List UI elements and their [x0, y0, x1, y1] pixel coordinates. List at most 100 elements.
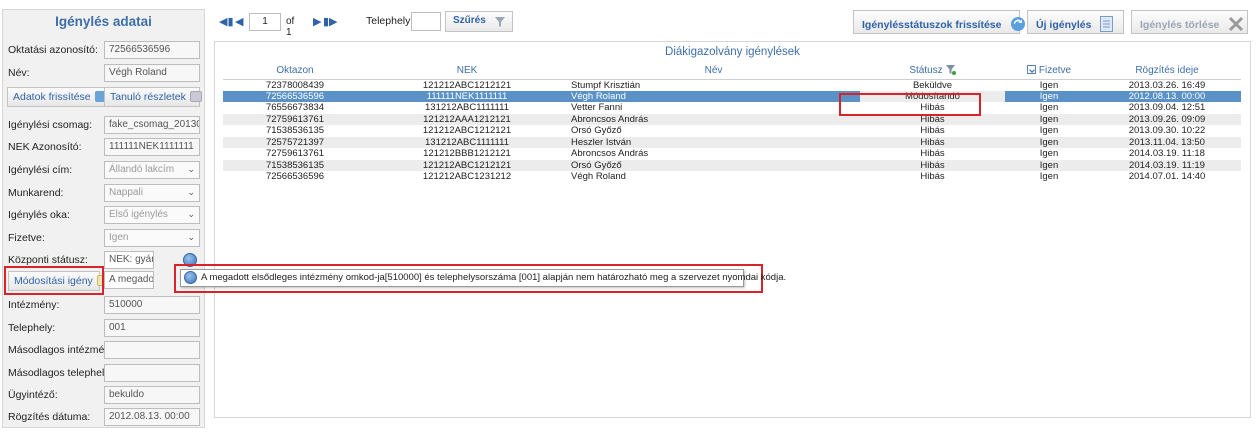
tanulo-reszletek-button[interactable]: Tanuló részletek	[104, 87, 202, 107]
cell-rogzites: 2014.07.01. 14:40	[1128, 171, 1206, 183]
szures-label: Szűrés	[453, 15, 486, 26]
fizetve-select[interactable]: Igen ⌄	[104, 229, 200, 247]
col-header-fizetve[interactable]: Fizetve	[1005, 62, 1093, 80]
new-request-button[interactable]: Új igénylés	[1027, 10, 1124, 34]
highlight-box-status	[839, 93, 981, 116]
cell-nek: 121212ABC1231212	[422, 171, 512, 183]
filter-icon[interactable]	[945, 64, 956, 75]
col-header-statusz[interactable]: Státusz	[860, 62, 1005, 80]
cim-label: Igénylési cím:	[8, 164, 73, 176]
modositasi-field[interactable]: A megadott	[104, 271, 154, 289]
telephely-filter-label: Telephely:	[366, 15, 414, 27]
nev-label: Név:	[8, 67, 30, 79]
fizetve-label: Fizetve:	[8, 232, 45, 244]
cell-nev: Abroncsos András	[571, 148, 649, 160]
table-row[interactable]: 72575721397 131212ABC1111111 Heszler Ist…	[223, 136, 1241, 148]
cell-nev: Orsó Győző	[571, 125, 622, 137]
telephely-filter-input[interactable]	[411, 12, 441, 31]
adatok-frissitese-label: Adatok frissítése	[13, 91, 91, 103]
cell-rogzites: 2013.11.04. 13:50	[1093, 136, 1241, 148]
masod-telephely-row: Másodlagos telephely:	[3, 364, 204, 384]
cim-row: Igénylési cím: Állandó lakcím ⌄	[3, 161, 204, 181]
ugyintezo-field[interactable]: bekuldo	[104, 386, 200, 404]
cell-rogzites: 2013.09.30. 10:22	[1128, 125, 1206, 137]
last-page-icon[interactable]: ▮▶	[323, 17, 338, 28]
intezmeny-label: Intézmény:	[8, 299, 60, 311]
cell-statusz: Hibás	[860, 136, 1005, 148]
checkbox-icon[interactable]	[1026, 64, 1036, 74]
cell-nev: Orsó Győző	[567, 159, 860, 171]
cell-fizetve: Igen	[1039, 171, 1059, 183]
munkarend-label: Munkarend:	[8, 187, 64, 199]
kozponti-field[interactable]: NEK: gyártá	[104, 251, 154, 269]
requests-table: Oktazon NEK Név Státusz Fizetve Rögzítés…	[223, 62, 1241, 183]
chevron-down-icon: ⌄	[187, 232, 195, 242]
col-header-nek[interactable]: NEK	[367, 62, 567, 80]
table-row-selected[interactable]: 72566536596 111111NEK1111111 Végh Roland…	[223, 90, 1241, 102]
table-row[interactable]: 71538536135 121212ABC1212121 Orsó Győző …	[223, 159, 1241, 171]
table-row[interactable]: 76556673834 131212ABC1111111 Vetter Fann…	[223, 102, 1241, 114]
oktatasi-row: Oktatási azonosító: 72566536596	[3, 41, 204, 61]
masod-intezmeny-field[interactable]	[104, 341, 200, 359]
munkarend-select[interactable]: Nappali ⌄	[104, 184, 200, 202]
table-row[interactable]: 72759613761 121212BBB1212121 Abroncsos A…	[223, 148, 1241, 160]
oka-label: Igénylés oka:	[8, 209, 70, 221]
cim-select-value: Állandó lakcím	[109, 164, 175, 175]
nek-field[interactable]: 111111NEK1111111	[104, 138, 200, 156]
cell-nek: 111111NEK1111111	[367, 90, 567, 102]
chevron-down-icon: ⌄	[187, 164, 195, 174]
table-row[interactable]: 71538536135 121212ABC1212121 Orsó Győző …	[223, 125, 1241, 137]
cim-select[interactable]: Állandó lakcím ⌄	[104, 161, 200, 179]
intezmeny-field[interactable]: 510000	[104, 296, 200, 314]
cell-nev: Végh Roland	[571, 171, 626, 183]
masod-intezmeny-row: Másodlagos intézmény:	[3, 341, 204, 361]
next-page-icon[interactable]: ▶	[313, 17, 323, 28]
cell-oktazon: 72378008439	[265, 79, 325, 91]
rogzites-row: Rögzítés dátuma: 2012.08.13. 00:00	[3, 408, 204, 428]
cell-rogzites: 2013.03.26. 16:49	[1128, 79, 1206, 91]
masod-telephely-field[interactable]	[104, 364, 200, 382]
munkarend-select-value: Nappali	[109, 187, 143, 198]
cell-nek: 131212ABC1111111	[425, 102, 509, 114]
col-header-nev[interactable]: Név	[567, 62, 860, 80]
cell-nek: 131212ABC1111111	[367, 136, 567, 148]
table-row[interactable]: 72566536596 121212ABC1231212 Végh Roland…	[223, 171, 1241, 183]
cell-fizetve: Igen	[1039, 102, 1059, 114]
oktatasi-field[interactable]: 72566536596	[104, 41, 200, 59]
delete-request-button[interactable]: Igénylés törlése	[1131, 10, 1248, 34]
telephely-field[interactable]: 001	[104, 319, 200, 337]
nev-field[interactable]: Végh Roland	[104, 64, 200, 82]
info-icon	[184, 271, 197, 284]
cell-oktazon: 76556673834	[265, 102, 325, 114]
kozponti-label: Központi státusz:	[8, 254, 88, 266]
intezmeny-row: Intézmény: 510000	[3, 296, 204, 316]
cell-nev: Stumpf Krisztián	[571, 79, 641, 91]
chevron-down-icon: ⌄	[187, 209, 195, 219]
table-row[interactable]: 72378008439 121212ABC1212121 Stumpf Kris…	[223, 79, 1241, 91]
close-icon	[1229, 16, 1244, 32]
rogzites-field[interactable]: 2012.08.13. 00:00	[104, 408, 200, 426]
szures-button[interactable]: Szűrés	[445, 11, 513, 32]
cell-fizetve: Igen	[1005, 136, 1093, 148]
csomag-field[interactable]: fake_csomag_2013032	[104, 116, 200, 134]
tooltip-text: A megadott elsődleges intézmény omkod-ja…	[201, 272, 787, 283]
table-row[interactable]: 72759613761 121212AAA1212121 Abroncsos A…	[223, 113, 1241, 125]
nek-row: NEK Azonosító: 111111NEK1111111	[3, 138, 204, 158]
cell-fizetve: Igen	[1039, 79, 1059, 91]
ugyintezo-label: Ügyintéző:	[8, 389, 58, 401]
oka-select[interactable]: Első igénylés ⌄	[104, 206, 200, 224]
cell-oktazon: 72759613761	[265, 148, 325, 160]
delete-request-label: Igénylés törlése	[1140, 19, 1220, 31]
adatok-frissitese-button[interactable]: Adatok frissítése	[7, 87, 113, 107]
col-header-rogzites[interactable]: Rögzítés ideje	[1093, 62, 1241, 80]
status-refresh-button[interactable]: Igénylésstátuszok frissítése	[853, 10, 1026, 34]
page-input[interactable]: 1	[249, 13, 281, 31]
tanulo-reszletek-label: Tanuló részletek	[110, 91, 186, 103]
telephely-row: Telephely: 001	[3, 319, 204, 339]
cell-fizetve: Igen	[1005, 90, 1093, 102]
col-header-oktazon[interactable]: Oktazon	[223, 62, 367, 80]
first-page-icon[interactable]: ◀▮	[219, 17, 234, 28]
prev-page-icon[interactable]: ◀	[235, 17, 245, 28]
cell-rogzites: 2013.09.26. 09:09	[1093, 113, 1241, 125]
cell-rogzites: 2014.03.19. 11:18	[1129, 148, 1205, 160]
